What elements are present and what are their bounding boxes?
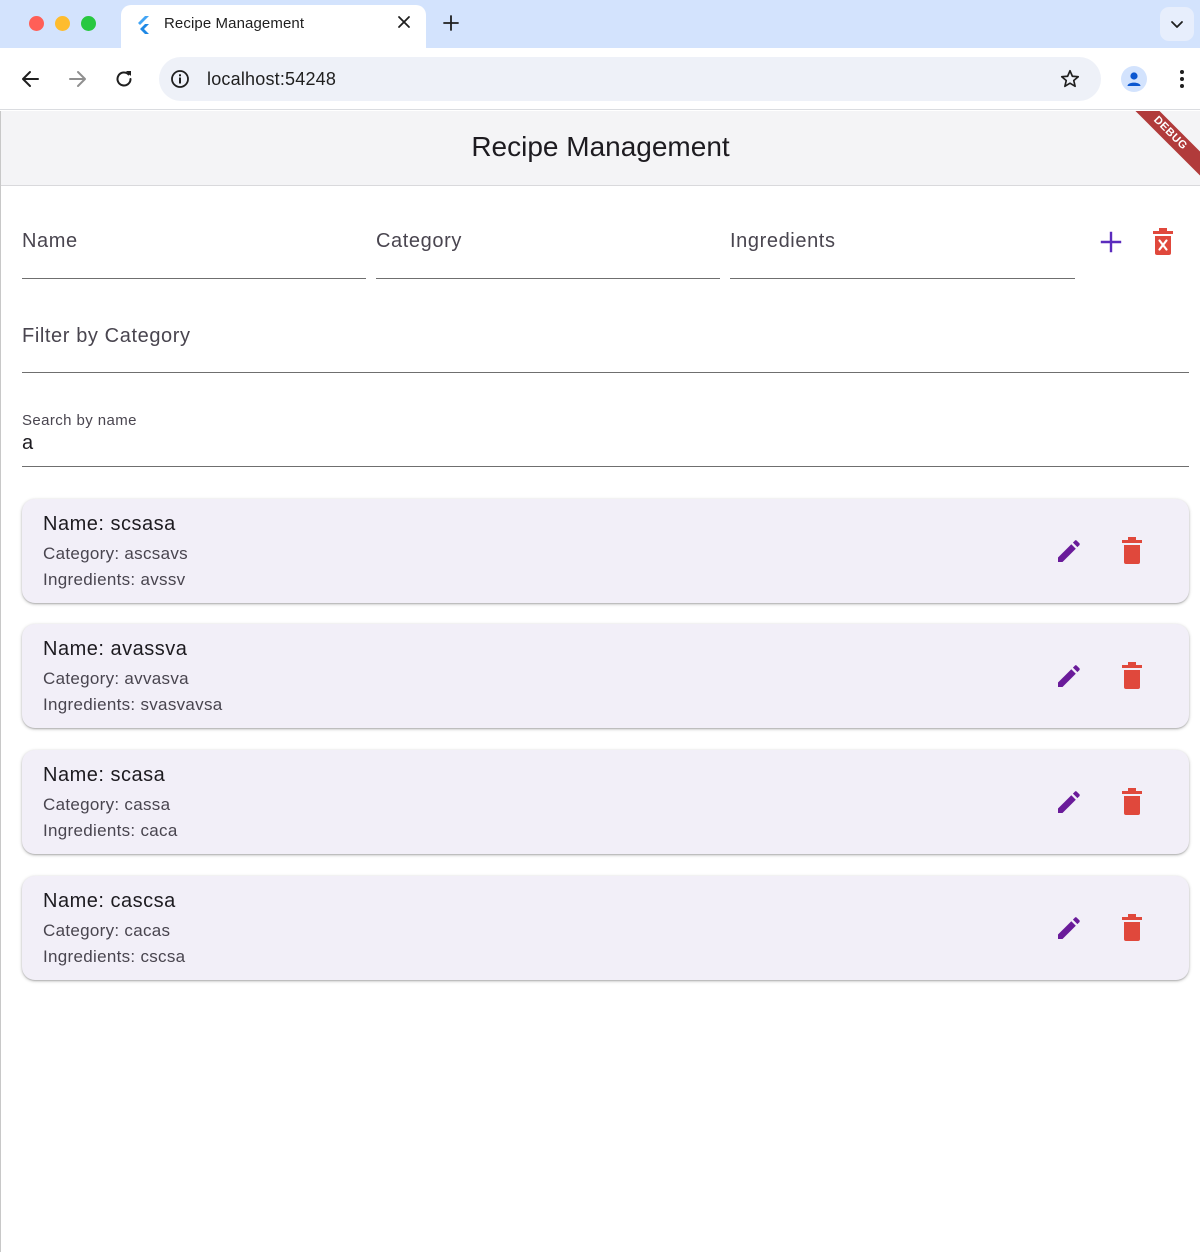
recipe-category: Category: cacas — [43, 921, 171, 940]
browser-tab[interactable]: Recipe Management — [121, 5, 426, 48]
recipe-name: Name: scsasa — [43, 513, 176, 535]
back-icon[interactable] — [20, 68, 42, 90]
category-field-label: Category — [376, 230, 462, 252]
forward-icon[interactable] — [66, 68, 88, 90]
add-recipe-button[interactable] — [1098, 229, 1124, 255]
edit-icon[interactable] — [1056, 538, 1082, 564]
recipe-card: Name: cascsa Category: cacas Ingredients… — [22, 876, 1189, 980]
person-icon — [1127, 72, 1141, 86]
minimize-window-button[interactable] — [55, 16, 70, 31]
app-bar: Recipe Management DEBUG — [1, 111, 1200, 186]
window-edge — [0, 111, 1, 1252]
recipe-ingredients: Ingredients: avssv — [43, 570, 186, 589]
page-title: Recipe Management — [471, 131, 730, 162]
address-bar[interactable]: localhost:54248 — [159, 57, 1101, 101]
delete-icon[interactable] — [1120, 662, 1144, 690]
recipe-name: Name: avassva — [43, 638, 188, 660]
flutter-logo-icon — [138, 16, 149, 34]
site-info-icon[interactable] — [170, 69, 190, 89]
clear-all-button[interactable] — [1151, 228, 1175, 256]
browser-toolbar: localhost:54248 — [0, 48, 1200, 110]
tab-title: Recipe Management — [164, 15, 305, 32]
recipe-card: Name: scsasa Category: ascsavs Ingredien… — [22, 499, 1189, 603]
delete-icon[interactable] — [1120, 914, 1144, 942]
recipe-ingredients: Ingredients: svasvavsa — [43, 695, 223, 714]
browser-tabstrip: Recipe Management — [0, 0, 1200, 48]
ingredients-field[interactable]: Ingredients — [730, 222, 1075, 279]
recipe-name: Name: cascsa — [43, 890, 176, 912]
close-tab-icon[interactable] — [396, 14, 412, 30]
edit-icon[interactable] — [1056, 915, 1082, 941]
url-text: localhost:54248 — [207, 69, 337, 89]
chevron-down-icon — [1171, 21, 1183, 28]
search-value: a — [22, 432, 34, 454]
new-tab-icon[interactable] — [441, 13, 461, 33]
bookmark-star-icon[interactable] — [1059, 68, 1081, 90]
close-window-button[interactable] — [29, 16, 44, 31]
recipe-ingredients: Ingredients: cscsa — [43, 947, 186, 966]
name-field-label: Name — [22, 230, 78, 252]
delete-icon[interactable] — [1120, 537, 1144, 565]
maximize-window-button[interactable] — [81, 16, 96, 31]
edit-icon[interactable] — [1056, 789, 1082, 815]
ingredients-field-label: Ingredients — [730, 230, 836, 252]
recipe-name: Name: scasa — [43, 764, 166, 786]
profile-avatar[interactable] — [1121, 66, 1147, 92]
recipe-ingredients: Ingredients: caca — [43, 821, 178, 840]
name-field[interactable]: Name — [22, 222, 366, 279]
recipe-category: Category: avvasva — [43, 669, 189, 688]
search-input[interactable]: Search by name a — [22, 412, 1189, 467]
reload-icon[interactable] — [113, 68, 135, 90]
tab-search-button[interactable] — [1160, 7, 1194, 41]
filter-category-field[interactable]: Filter by Category — [22, 316, 1189, 373]
recipe-category: Category: ascsavs — [43, 544, 188, 563]
recipe-category: Category: cassa — [43, 795, 171, 814]
edit-icon[interactable] — [1056, 663, 1082, 689]
recipe-card: Name: scasa Category: cassa Ingredients:… — [22, 750, 1189, 854]
delete-icon[interactable] — [1120, 788, 1144, 816]
filter-category-label: Filter by Category — [22, 325, 191, 347]
category-field[interactable]: Category — [376, 222, 720, 279]
recipe-card: Name: avassva Category: avvasva Ingredie… — [22, 624, 1189, 728]
more-menu-icon[interactable] — [1172, 68, 1192, 90]
search-label: Search by name — [22, 412, 137, 429]
